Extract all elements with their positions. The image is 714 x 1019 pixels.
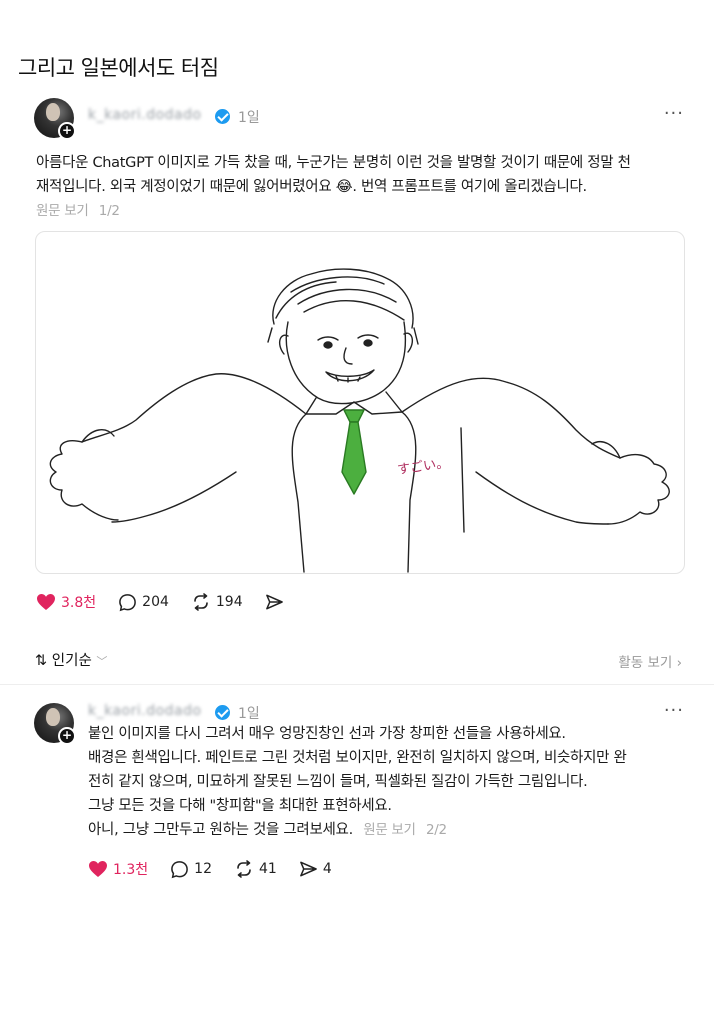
heart-filled-icon bbox=[37, 594, 55, 610]
post-text-line: 배경은 흰색입니다. 페인트로 그린 것처럼 보이지만, 완전히 일치하지 않으… bbox=[88, 750, 627, 766]
post-text: 아름다운 ChatGPT 이미지로 가득 찼을 때, 누군가는 분명히 이런 것… bbox=[36, 151, 631, 223]
like-count: 3.8천 bbox=[61, 595, 97, 611]
repost-count: 41 bbox=[258, 861, 277, 877]
comment-bubble-icon bbox=[171, 860, 189, 878]
post-text-line: 그냥 모든 것을 다해 "창피함"을 최대한 표현하세요. bbox=[88, 798, 392, 814]
heart-filled-icon bbox=[89, 861, 107, 877]
comment-bubble-icon bbox=[119, 593, 137, 611]
page-title: 그리고 일본에서도 터짐 bbox=[18, 56, 219, 80]
post-actions: 3.8천 204 194 bbox=[36, 592, 311, 612]
repost-count: 194 bbox=[215, 594, 243, 610]
comment-count: 12 bbox=[194, 861, 212, 877]
view-activity-label: 활동 보기 bbox=[618, 655, 673, 671]
post-text-line: 아니, 그냥 그만두고 원하는 것을 그려보세요. bbox=[88, 822, 353, 838]
chevron-right-icon: › bbox=[676, 655, 682, 671]
share-count: 4 bbox=[322, 861, 332, 877]
follow-plus-icon[interactable]: + bbox=[58, 727, 76, 745]
post-time: 1일 bbox=[238, 706, 260, 722]
more-options-icon[interactable]: ··· bbox=[664, 700, 684, 721]
more-options-icon[interactable]: ··· bbox=[664, 103, 684, 124]
avatar[interactable]: + bbox=[34, 703, 76, 745]
repost-button[interactable]: 194 bbox=[191, 593, 243, 611]
post-text-line: 붙인 이미지를 다시 그려서 매우 엉망진창인 선과 가장 창피한 선들을 사용… bbox=[88, 726, 566, 742]
username[interactable]: k_kaori.dodado bbox=[88, 107, 202, 123]
drawing-caption: すごい。 bbox=[396, 455, 450, 478]
see-original-link[interactable]: 원문 보기 bbox=[36, 203, 89, 219]
send-icon bbox=[265, 594, 283, 610]
page-indicator: 1/2 bbox=[98, 203, 120, 219]
sort-dropdown[interactable]: ⇅ 인기순 ﹀ bbox=[35, 649, 107, 670]
post-actions: 1.3천 12 41 4 bbox=[88, 859, 354, 879]
post-image[interactable]: すごい。 bbox=[35, 231, 685, 574]
divider bbox=[0, 684, 714, 685]
like-button[interactable]: 3.8천 bbox=[36, 592, 96, 612]
post-text-line: 전히 같지 않으며, 미묘하게 잘못된 느낌이 들며, 픽셀화된 질감이 가득한… bbox=[88, 774, 588, 790]
sort-bar: ⇅ 인기순 ﹀ 활동 보기 › bbox=[0, 645, 714, 675]
follow-plus-icon[interactable]: + bbox=[58, 122, 76, 140]
sort-label: 인기순 bbox=[51, 653, 92, 669]
repost-icon bbox=[237, 860, 251, 878]
post-text: 붙인 이미지를 다시 그려서 매우 엉망진창인 선과 가장 창피한 선들을 사용… bbox=[88, 722, 627, 842]
repost-button[interactable]: 41 bbox=[234, 860, 277, 878]
post-text-line: 재적입니다. 외국 계정이었기 때문에 잃어버렸어요 😂. 번역 프롬프트를 여… bbox=[36, 179, 587, 195]
comment-button[interactable]: 204 bbox=[118, 593, 169, 612]
view-activity-link[interactable]: 활동 보기 › bbox=[618, 651, 682, 671]
like-count: 1.3천 bbox=[113, 862, 149, 878]
share-button[interactable] bbox=[265, 593, 289, 611]
see-original-link[interactable]: 원문 보기 bbox=[363, 822, 416, 838]
post-text-line: 아름다운 ChatGPT 이미지로 가득 찼을 때, 누군가는 분명히 이런 것… bbox=[36, 155, 631, 171]
chevron-down-icon: ﹀ bbox=[96, 655, 108, 668]
repost-icon bbox=[194, 593, 208, 611]
avatar[interactable]: + bbox=[34, 98, 76, 140]
send-icon bbox=[299, 861, 317, 877]
comment-button[interactable]: 12 bbox=[170, 860, 212, 879]
comment-count: 204 bbox=[142, 594, 169, 610]
drawing-illustration: すごい。 bbox=[49, 268, 670, 573]
page-indicator: 2/2 bbox=[426, 822, 447, 838]
verified-badge-icon bbox=[215, 109, 230, 124]
post-time: 1일 bbox=[238, 110, 260, 126]
username[interactable]: k_kaori.dodado bbox=[88, 703, 202, 719]
sort-arrows-icon: ⇅ bbox=[35, 653, 48, 669]
share-button[interactable]: 4 bbox=[299, 860, 332, 878]
verified-badge-icon bbox=[215, 705, 230, 720]
like-button[interactable]: 1.3천 bbox=[88, 859, 148, 879]
